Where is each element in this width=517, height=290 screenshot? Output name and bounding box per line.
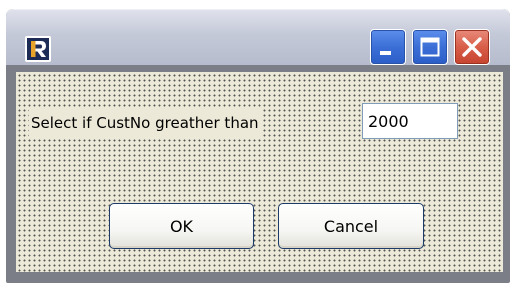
title-bar[interactable] <box>6 9 510 65</box>
close-icon <box>462 37 482 57</box>
cancel-button[interactable]: Cancel <box>278 203 424 249</box>
maximize-icon <box>420 37 440 57</box>
minimize-button[interactable] <box>370 29 406 65</box>
custno-threshold-input[interactable] <box>362 103 458 139</box>
fastreport-logo-icon <box>25 36 51 62</box>
close-button[interactable] <box>454 29 490 65</box>
minimize-icon <box>380 51 391 55</box>
maximize-button[interactable] <box>412 29 448 65</box>
dialog-client-area <box>16 72 503 272</box>
ok-button[interactable]: OK <box>109 203 254 249</box>
dialog-window <box>6 9 510 283</box>
prompt-label: Select if CustNo greather than <box>29 108 261 138</box>
